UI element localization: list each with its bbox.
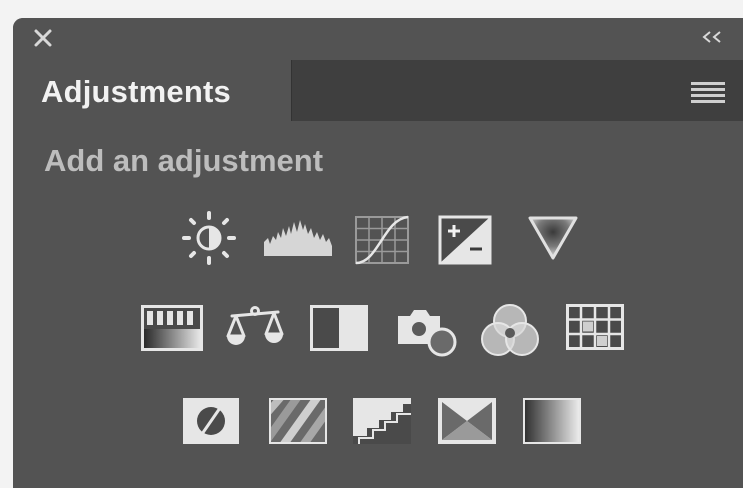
tab-label: Adjustments (41, 74, 231, 109)
levels-icon[interactable] (264, 218, 332, 256)
panel-titlebar (13, 18, 743, 58)
selective-color-icon[interactable] (438, 398, 496, 444)
vibrance-icon[interactable] (527, 214, 579, 262)
curves-icon[interactable] (354, 215, 410, 265)
black-white-icon[interactable] (310, 305, 368, 351)
close-icon[interactable] (32, 27, 54, 49)
color-balance-icon[interactable] (224, 304, 286, 350)
color-lookup-icon[interactable] (566, 304, 624, 350)
photo-filter-icon[interactable] (396, 304, 460, 358)
hue-saturation-icon[interactable] (141, 305, 203, 351)
panel-menu-icon[interactable] (691, 81, 725, 103)
gradient-map-icon[interactable] (523, 398, 581, 444)
posterize-icon[interactable] (269, 398, 327, 444)
collapse-panel-icon[interactable] (699, 27, 725, 47)
threshold-icon[interactable] (353, 398, 411, 444)
channel-mixer-icon[interactable] (478, 301, 542, 359)
adjustments-panel: Adjustments Add an adjustment (13, 18, 743, 488)
exposure-icon[interactable] (438, 215, 492, 265)
invert-icon[interactable] (183, 398, 239, 444)
tab-adjustments[interactable]: Adjustments (13, 60, 292, 121)
brightness-contrast-icon[interactable] (181, 210, 237, 266)
section-title: Add an adjustment (44, 143, 324, 178)
tab-strip: Adjustments (13, 60, 743, 121)
